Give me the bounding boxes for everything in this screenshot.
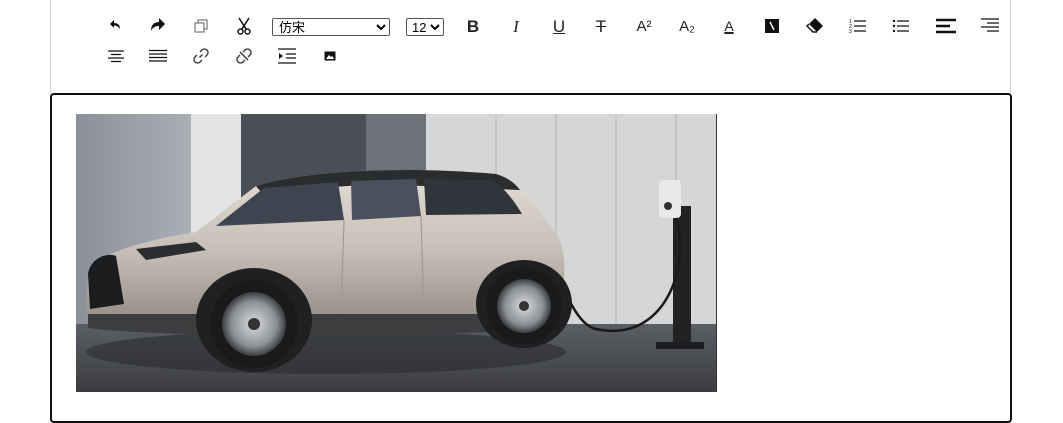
unordered-list-icon[interactable] [886,12,916,40]
highlight-icon[interactable] [757,12,787,40]
indent-icon[interactable] [272,42,302,70]
eraser-icon[interactable] [800,12,830,40]
font-size-select[interactable]: 12 [406,18,444,36]
svg-text:3: 3 [849,29,852,34]
toolbar-row-1: 仿宋 12 B I U T A² A₂ A 1 2 3 [51,12,1010,42]
underline-icon: U [552,16,566,36]
align-left-icon[interactable] [931,12,961,40]
font-color-button[interactable]: A [714,12,744,40]
image-icon[interactable] [315,42,345,70]
link-icon[interactable] [186,42,216,70]
editor-content-area[interactable] [50,93,1012,423]
subscript-button[interactable]: A₂ [672,12,702,40]
justify-icon[interactable] [143,42,173,70]
toolbar-row-2 [51,42,1010,72]
ordered-list-icon[interactable]: 123 [843,12,873,40]
align-right-icon[interactable] [975,12,1005,40]
font-family-select[interactable]: 仿宋 [272,18,390,36]
editor-toolbar: 仿宋 12 B I U T A² A₂ A 1 2 3 [50,0,1011,93]
undo-icon[interactable] [100,12,130,40]
bold-button[interactable]: B [458,12,488,40]
italic-icon: I [513,16,519,36]
cut-icon[interactable] [229,12,259,40]
superscript-button[interactable]: A² [629,12,659,40]
redo-icon[interactable] [143,12,173,40]
unlink-icon[interactable] [229,42,259,70]
align-center-icon[interactable] [101,42,131,70]
strikethrough-icon: T [595,16,607,36]
subscript-icon: A₂ [679,17,695,35]
copy-icon[interactable] [186,12,216,40]
italic-button[interactable]: I [501,12,531,40]
underline-button[interactable]: U [544,12,574,40]
font-color-icon: A [724,18,734,34]
car-photo [76,114,717,392]
strikethrough-button[interactable]: T [586,12,616,40]
superscript-icon: A² [636,17,652,35]
bold-icon: B [466,16,480,36]
